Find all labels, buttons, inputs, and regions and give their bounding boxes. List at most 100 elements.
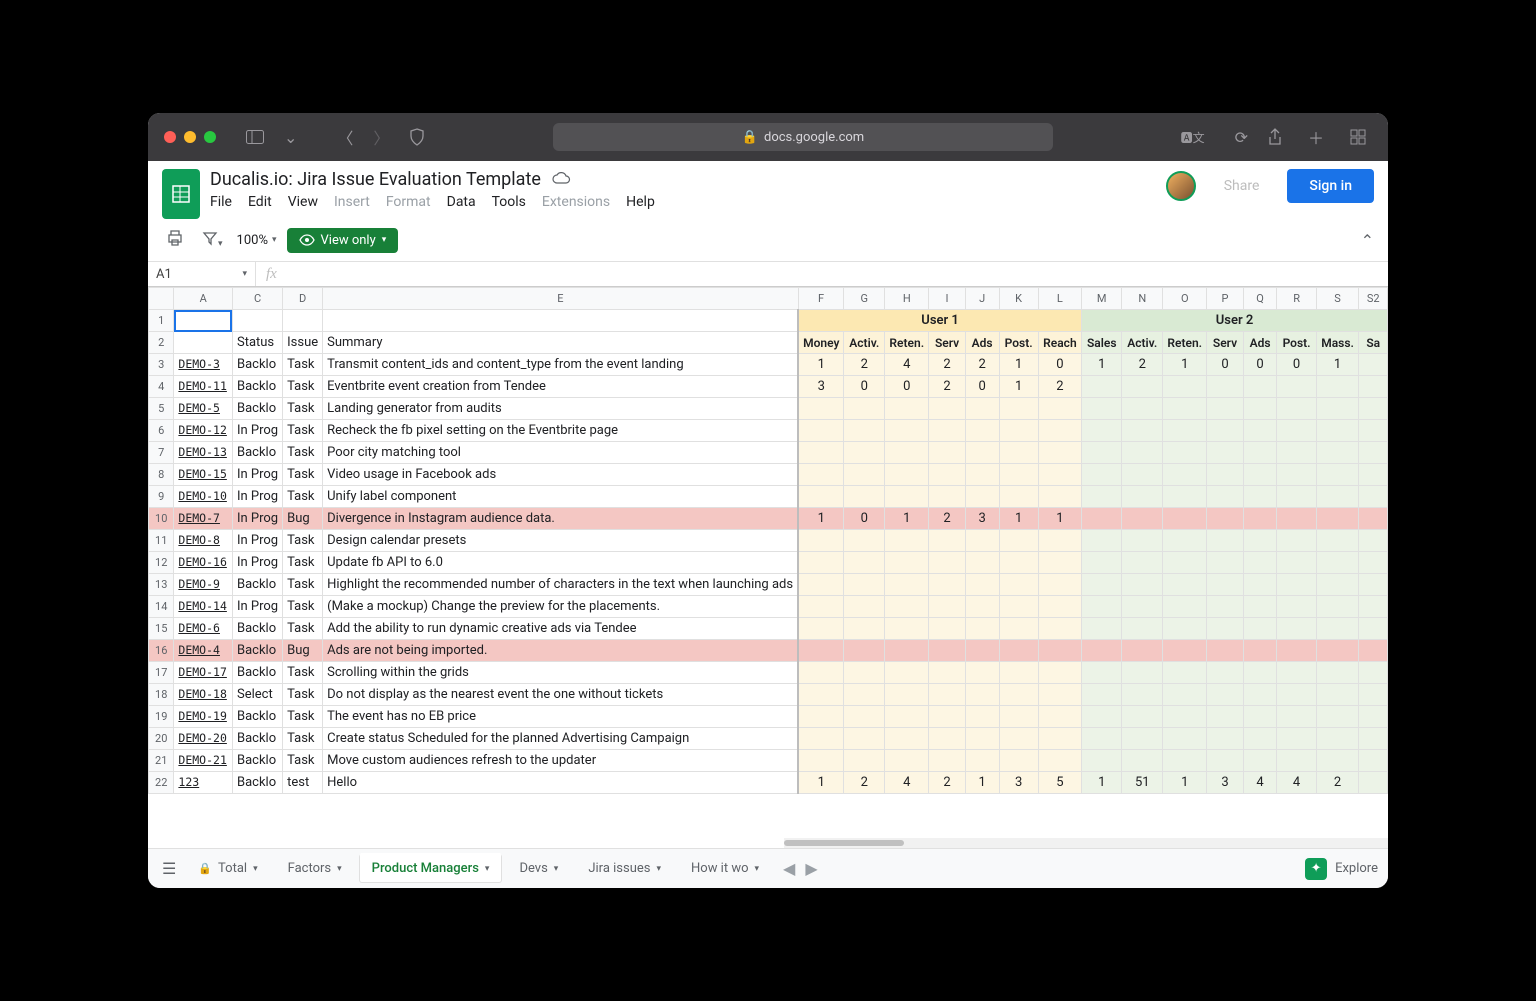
summary-cell[interactable]: Eventbrite event creation from Tendee: [323, 376, 798, 398]
status-cell[interactable]: Backlo: [232, 376, 282, 398]
score-cell[interactable]: [798, 750, 844, 772]
chevron-down-icon[interactable]: ▾: [337, 864, 342, 874]
score-cell[interactable]: [885, 552, 929, 574]
score-cell[interactable]: [1243, 596, 1277, 618]
col-status[interactable]: Status: [232, 332, 282, 354]
score-cell[interactable]: [1122, 618, 1163, 640]
share-icon[interactable]: [1262, 121, 1288, 153]
score-cell[interactable]: [798, 618, 844, 640]
score-cell[interactable]: [929, 750, 965, 772]
score-cell[interactable]: [1207, 750, 1243, 772]
score-cell[interactable]: [1038, 706, 1081, 728]
row-header[interactable]: 22: [149, 772, 174, 794]
score-cell[interactable]: [929, 398, 965, 420]
score-cell[interactable]: 0: [844, 376, 885, 398]
status-cell[interactable]: In Prog: [232, 596, 282, 618]
score-cell[interactable]: [885, 596, 929, 618]
row-header[interactable]: 20: [149, 728, 174, 750]
score-cell[interactable]: [1277, 530, 1316, 552]
score-cell[interactable]: [965, 530, 999, 552]
col-header[interactable]: N: [1122, 288, 1163, 310]
type-cell[interactable]: Task: [283, 354, 323, 376]
type-cell[interactable]: Task: [283, 464, 323, 486]
status-cell[interactable]: Backlo: [232, 398, 282, 420]
explore-button[interactable]: Explore: [1335, 861, 1378, 876]
score-cell[interactable]: [1207, 706, 1243, 728]
score-cell[interactable]: [965, 684, 999, 706]
score-cell[interactable]: 2: [1038, 376, 1081, 398]
type-cell[interactable]: Task: [283, 552, 323, 574]
status-cell[interactable]: Backlo: [232, 618, 282, 640]
score-cell[interactable]: [999, 662, 1038, 684]
score-cell[interactable]: [999, 530, 1038, 552]
score-cell[interactable]: 1: [999, 376, 1038, 398]
summary-cell[interactable]: Divergence in Instagram audience data.: [323, 508, 798, 530]
score-cell[interactable]: [1316, 684, 1359, 706]
score-cell[interactable]: [1122, 420, 1163, 442]
score-cell[interactable]: [1207, 618, 1243, 640]
row-header[interactable]: 15: [149, 618, 174, 640]
score-cell[interactable]: [1277, 464, 1316, 486]
sheet-tab[interactable]: Devs▾: [507, 855, 570, 882]
menu-data[interactable]: Data: [447, 194, 476, 210]
nav-forward-icon[interactable]: 〉: [367, 121, 395, 153]
score-cell[interactable]: [1243, 464, 1277, 486]
score-cell[interactable]: [1243, 728, 1277, 750]
cell-a1[interactable]: [174, 310, 233, 332]
score-cell[interactable]: [798, 530, 844, 552]
issue-key-cell[interactable]: DEMO-8: [174, 530, 233, 552]
score-cell[interactable]: [1082, 574, 1122, 596]
score-cell[interactable]: [1359, 398, 1388, 420]
cloud-saved-icon[interactable]: [551, 170, 571, 189]
row-header[interactable]: 5: [149, 398, 174, 420]
score-cell[interactable]: [1243, 376, 1277, 398]
score-cell[interactable]: [1207, 486, 1243, 508]
score-cell[interactable]: [1207, 420, 1243, 442]
menu-tools[interactable]: Tools: [492, 194, 526, 210]
status-cell[interactable]: Backlo: [232, 640, 282, 662]
score-cell[interactable]: [1316, 618, 1359, 640]
score-cell[interactable]: 1: [1163, 772, 1207, 794]
score-cell[interactable]: [1243, 640, 1277, 662]
score-cell[interactable]: [1082, 398, 1122, 420]
score-cell[interactable]: [1038, 464, 1081, 486]
summary-cell[interactable]: Transmit content_ids and content_type fr…: [323, 354, 798, 376]
row-header[interactable]: 11: [149, 530, 174, 552]
score-cell[interactable]: [1316, 420, 1359, 442]
score-cell[interactable]: [965, 618, 999, 640]
issue-key-cell[interactable]: DEMO-13: [174, 442, 233, 464]
issue-key-cell[interactable]: DEMO-12: [174, 420, 233, 442]
score-cell[interactable]: [1082, 750, 1122, 772]
score-cell[interactable]: 2: [1316, 772, 1359, 794]
score-cell[interactable]: [885, 486, 929, 508]
status-cell[interactable]: Backlo: [232, 772, 282, 794]
score-cell[interactable]: [999, 684, 1038, 706]
summary-cell[interactable]: Scrolling within the grids: [323, 662, 798, 684]
name-box[interactable]: A1▾: [148, 262, 256, 286]
score-cell[interactable]: [844, 486, 885, 508]
score-cell[interactable]: 1: [798, 772, 844, 794]
score-cell[interactable]: [1277, 508, 1316, 530]
status-cell[interactable]: In Prog: [232, 530, 282, 552]
sheets-logo-icon[interactable]: [162, 169, 200, 219]
close-window[interactable]: [164, 131, 176, 143]
issue-key-cell[interactable]: DEMO-11: [174, 376, 233, 398]
score-cell[interactable]: [965, 640, 999, 662]
score-cell[interactable]: [1277, 574, 1316, 596]
score-cell[interactable]: [1122, 750, 1163, 772]
translate-icon[interactable]: 🅰︎文: [1175, 125, 1211, 150]
summary-cell[interactable]: Hello: [323, 772, 798, 794]
score-cell[interactable]: [798, 728, 844, 750]
filter-icon[interactable]: ▾: [198, 226, 227, 254]
row-header[interactable]: 16: [149, 640, 174, 662]
score-cell[interactable]: [1359, 596, 1388, 618]
col-header[interactable]: E: [323, 288, 798, 310]
score-cell[interactable]: [999, 618, 1038, 640]
score-cell[interactable]: [1163, 508, 1207, 530]
type-cell[interactable]: Bug: [283, 508, 323, 530]
score-cell[interactable]: [929, 618, 965, 640]
issue-key-cell[interactable]: DEMO-9: [174, 574, 233, 596]
score-cell[interactable]: [1359, 574, 1388, 596]
score-cell[interactable]: [929, 662, 965, 684]
col-header[interactable]: H: [885, 288, 929, 310]
